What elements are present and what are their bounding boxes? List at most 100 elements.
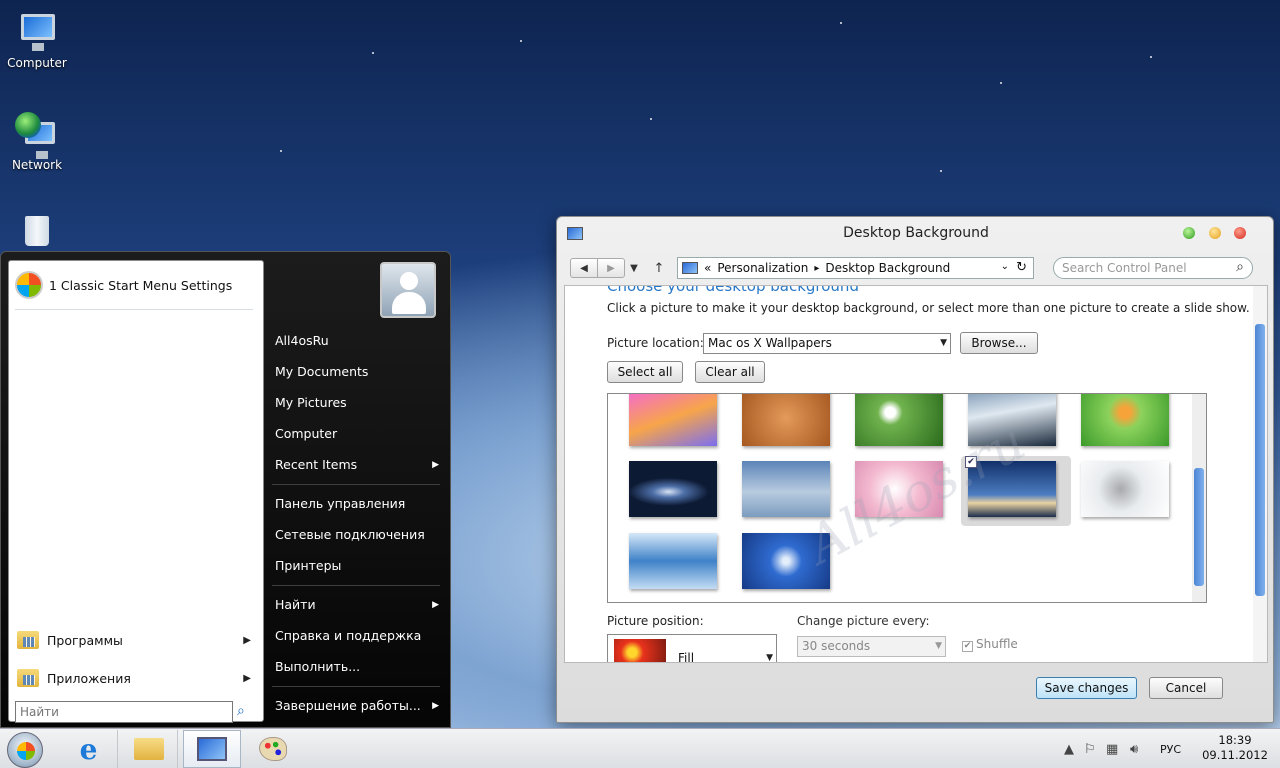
- save-changes-button[interactable]: Save changes: [1036, 677, 1137, 699]
- browse-button[interactable]: Browse...: [960, 332, 1038, 354]
- start-search-input[interactable]: [15, 701, 233, 723]
- clock[interactable]: 18:39 09.11.2012: [1195, 733, 1275, 763]
- search-icon[interactable]: ⌕: [237, 703, 245, 719]
- change-picture-select[interactable]: 30 seconds ▼: [797, 636, 946, 657]
- close-button[interactable]: [1234, 227, 1246, 239]
- recent-items-item[interactable]: Recent Items ▶: [275, 454, 445, 476]
- network-connections-item[interactable]: Сетевые подключения: [275, 524, 445, 546]
- star: [520, 40, 522, 42]
- taskbar-control-panel[interactable]: [183, 730, 241, 768]
- taskbar-internet-explorer[interactable]: e: [60, 730, 118, 768]
- window-title: Desktop Background: [843, 225, 989, 241]
- wallpaper-thumbnail[interactable]: [629, 394, 717, 446]
- chevron-right-icon: ▶: [432, 600, 439, 610]
- divider: [272, 686, 440, 687]
- select-all-button[interactable]: Select all: [607, 361, 683, 383]
- my-pictures-item[interactable]: My Pictures: [275, 392, 445, 414]
- taskbar-paint[interactable]: [244, 730, 302, 768]
- control-panel-item[interactable]: Панель управления: [275, 493, 445, 515]
- wallpaper-thumbnail[interactable]: [855, 461, 943, 517]
- chevron-down-icon: ▼: [940, 338, 947, 348]
- user-name-item[interactable]: All4osRu: [275, 330, 445, 352]
- selected-checkbox[interactable]: ✔: [965, 456, 977, 468]
- clear-all-button[interactable]: Clear all: [695, 361, 765, 383]
- wallpaper-thumbnail[interactable]: [629, 461, 717, 517]
- breadcrumb-personalization[interactable]: Personalization: [717, 261, 808, 275]
- control-panel-search[interactable]: Search Control Panel ⌕: [1053, 257, 1253, 279]
- desktop-icon-computer[interactable]: Computer: [0, 10, 74, 70]
- desktop-icon-label: Network: [11, 158, 63, 172]
- chevron-down-icon: ▼: [935, 641, 942, 651]
- action-center-flag-icon[interactable]: ⚐: [1084, 729, 1096, 768]
- shuffle-checkbox[interactable]: ✔ Shuffle: [962, 637, 1018, 652]
- recent-pages-button[interactable]: ▼: [627, 258, 641, 278]
- apps-item[interactable]: Приложения ▶: [17, 665, 257, 691]
- up-arrow-icon: ↑: [653, 260, 665, 276]
- picture-position-select[interactable]: Fill ▼: [607, 634, 777, 662]
- wallpaper-thumbnail[interactable]: [1081, 461, 1169, 517]
- star: [280, 150, 282, 152]
- clock-date: 09.11.2012: [1202, 748, 1268, 762]
- picture-location-value: Mac os X Wallpapers: [708, 336, 832, 350]
- wallpaper-thumbnail[interactable]: [629, 533, 717, 589]
- star: [372, 52, 374, 54]
- address-bar[interactable]: « Personalization ▸ Desktop Background ⌄…: [677, 257, 1034, 279]
- star: [1150, 56, 1152, 58]
- start-button[interactable]: [7, 732, 43, 768]
- network-icon: [15, 112, 59, 159]
- volume-icon[interactable]: 🔊︎: [1130, 729, 1138, 768]
- page-description: Click a picture to make it your desktop …: [607, 301, 1250, 315]
- programs-item[interactable]: Программы ▶: [17, 627, 257, 653]
- recent-items-label: Recent Items: [275, 457, 358, 472]
- wallpaper-thumbnail[interactable]: [742, 533, 830, 589]
- change-picture-value: 30 seconds: [802, 639, 871, 653]
- wallpaper-thumbnail[interactable]: [968, 394, 1056, 446]
- show-hidden-icons[interactable]: ▲: [1064, 729, 1074, 768]
- forward-arrow-icon: ▶: [607, 262, 615, 274]
- wallpaper-thumbnail[interactable]: [742, 461, 830, 517]
- internet-explorer-icon: e: [79, 732, 98, 766]
- desktop-icon-network[interactable]: Network: [0, 112, 74, 172]
- taskbar-explorer[interactable]: [120, 730, 178, 768]
- minimize-button[interactable]: [1209, 227, 1221, 239]
- forward-button[interactable]: ▶: [597, 258, 625, 278]
- help-item[interactable]: Справка и поддержка: [275, 625, 445, 647]
- find-item[interactable]: Найти ▶: [275, 594, 445, 616]
- content-scrollbar-thumb[interactable]: [1255, 324, 1265, 596]
- wallpaper-thumbnail[interactable]: [855, 394, 943, 446]
- wallpaper-grid: ✔ All4os.ru: [607, 393, 1207, 603]
- taskbar: e ▲ ⚐ ▦ 🔊︎ РУС 18:39 09.11.2012: [0, 728, 1280, 768]
- classic-start-settings-label: 1 Classic Start Menu Settings: [49, 277, 233, 293]
- wallpaper-thumbnail[interactable]: [1081, 394, 1169, 446]
- flower-preview-icon: [614, 639, 666, 662]
- breadcrumb-chevron-icon: «: [704, 261, 712, 275]
- chevron-right-icon: ▶: [432, 701, 439, 711]
- computer-item[interactable]: Computer: [275, 423, 445, 445]
- star: [650, 118, 652, 120]
- breadcrumb-desktop-background[interactable]: Desktop Background: [825, 261, 950, 275]
- language-indicator[interactable]: РУС: [1160, 729, 1181, 768]
- back-button[interactable]: ◀: [570, 258, 598, 278]
- up-button[interactable]: ↑: [651, 258, 667, 278]
- cancel-button[interactable]: Cancel: [1149, 677, 1223, 699]
- maximize-button[interactable]: [1183, 227, 1195, 239]
- address-dropdown-icon[interactable]: ⌄: [1001, 261, 1009, 272]
- computer-icon: [15, 10, 59, 54]
- refresh-icon[interactable]: ↻: [1016, 260, 1027, 275]
- chevron-down-icon: ▼: [630, 262, 638, 274]
- run-item[interactable]: Выполнить...: [275, 656, 445, 678]
- classic-start-settings-item[interactable]: 1 Classic Start Menu Settings: [15, 271, 232, 299]
- breadcrumb-separator-icon[interactable]: ▸: [814, 263, 819, 274]
- user-avatar[interactable]: [380, 262, 436, 318]
- printers-item[interactable]: Принтеры: [275, 555, 445, 577]
- wallpaper-thumbnail-selected[interactable]: [968, 461, 1056, 517]
- shutdown-item[interactable]: Завершение работы... ▶: [275, 695, 445, 717]
- chevron-right-icon: ▶: [432, 460, 439, 470]
- star: [940, 170, 942, 172]
- wallpaper-thumbnail[interactable]: [742, 394, 830, 446]
- network-tray-icon[interactable]: ▦: [1106, 729, 1118, 768]
- grid-scrollbar-thumb[interactable]: [1194, 468, 1204, 586]
- picture-location-select[interactable]: Mac os X Wallpapers ▼: [703, 333, 951, 354]
- my-documents-item[interactable]: My Documents: [275, 361, 445, 383]
- desktop-background-window: Desktop Background ◀ ▶ ▼ ↑ « Personaliza…: [556, 216, 1274, 723]
